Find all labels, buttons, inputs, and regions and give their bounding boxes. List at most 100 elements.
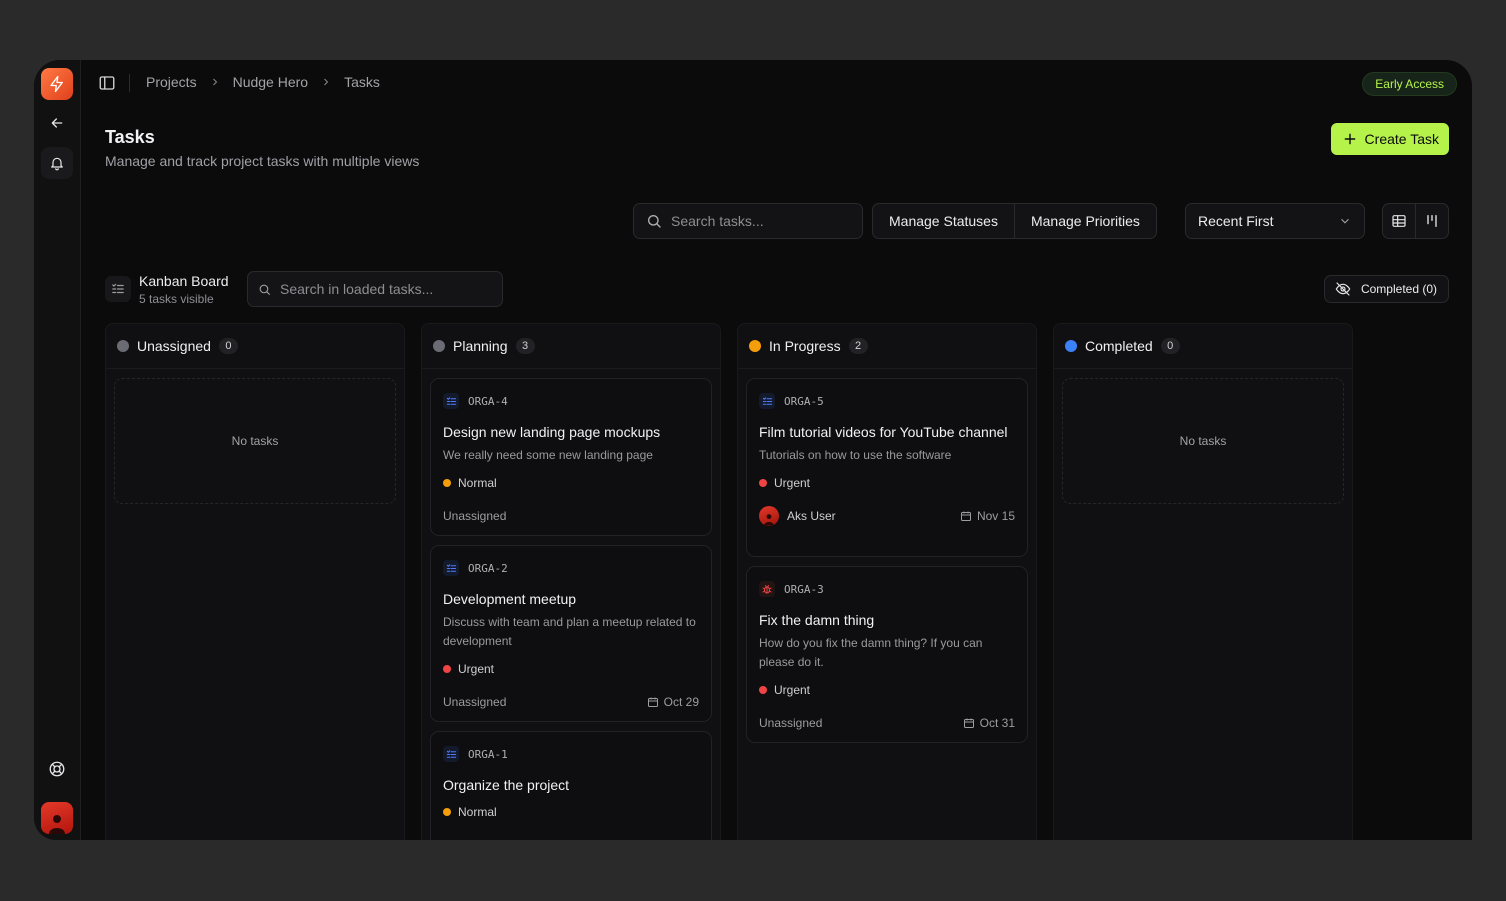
task-description: How do you fix the damn thing? If you ca… xyxy=(759,636,983,669)
icon-rail xyxy=(34,60,81,840)
column-count: 0 xyxy=(1160,338,1180,354)
assignee-avatar xyxy=(759,506,779,526)
sort-value: Recent First xyxy=(1198,213,1274,229)
avatar-figure-icon xyxy=(49,815,65,834)
task-title: Design new landing page mockups xyxy=(443,424,661,440)
kanban-view-button[interactable] xyxy=(1415,204,1448,238)
chevron-right-icon xyxy=(320,76,332,88)
task-card[interactable]: ORGA-4 Design new landing page mockups W… xyxy=(430,378,712,536)
task-id-row: ORGA-1 xyxy=(443,746,699,762)
priority-dot xyxy=(443,665,451,673)
search-loaded-input[interactable]: Search in loaded tasks... xyxy=(247,271,503,307)
column-in-progress: In Progress 2 ORGA-5 Film tutorial video… xyxy=(737,323,1037,840)
task-priority: Urgent xyxy=(443,661,699,677)
task-priority: Urgent xyxy=(759,682,1015,698)
manage-statuses-button[interactable]: Manage Statuses xyxy=(873,204,1014,238)
manage-priorities-button[interactable]: Manage Priorities xyxy=(1013,204,1156,238)
column-title: Planning xyxy=(453,338,508,354)
task-icon xyxy=(759,393,775,409)
task-id: ORGA-2 xyxy=(468,561,508,575)
user-avatar[interactable] xyxy=(41,802,73,834)
sort-select[interactable]: Recent First xyxy=(1185,203,1365,239)
task-id-row: ORGA-3 xyxy=(759,581,1015,597)
column-count: 3 xyxy=(515,338,535,354)
breadcrumb-project[interactable]: Nudge Hero xyxy=(233,74,309,90)
empty-state: No tasks xyxy=(114,378,396,504)
search-tasks-input[interactable]: Search tasks... xyxy=(633,203,863,239)
breadcrumb-projects[interactable]: Projects xyxy=(146,74,197,90)
status-dot xyxy=(117,340,129,352)
task-due-date: Oct 31 xyxy=(963,716,1015,730)
kanban-icon xyxy=(1427,215,1437,227)
notifications-button[interactable] xyxy=(41,147,73,179)
breadcrumb-current: Tasks xyxy=(344,74,380,90)
calendar-icon xyxy=(647,697,658,707)
eye-off-icon xyxy=(1335,282,1351,296)
task-priority: Normal xyxy=(443,475,699,491)
priority-dot xyxy=(759,479,767,487)
priority-label: Urgent xyxy=(774,476,811,490)
task-id-row: ORGA-4 xyxy=(443,393,699,409)
status-dot xyxy=(433,340,445,352)
early-access-badge: Early Access xyxy=(1362,72,1457,96)
task-priority: Normal xyxy=(443,804,699,820)
task-card[interactable]: ORGA-3 Fix the damn thing How do you fix… xyxy=(746,566,1028,743)
task-description: Discuss with team and plan a meetup rela… xyxy=(443,615,696,648)
column-header: Unassigned 0 xyxy=(106,324,404,369)
priority-dot xyxy=(759,686,767,694)
bug-icon xyxy=(759,581,775,597)
task-title: Film tutorial videos for YouTube channel xyxy=(759,424,1008,440)
task-assignee: Aks User xyxy=(759,506,836,526)
page-subtitle: Manage and track project tasks with mult… xyxy=(105,153,420,169)
due-date-label: Nov 15 xyxy=(976,509,1015,523)
task-id-row: ORGA-5 xyxy=(759,393,1015,409)
task-footer: Aks User Nov 15 xyxy=(759,505,1015,527)
lifebuoy-icon xyxy=(49,761,65,777)
priority-label: Normal xyxy=(458,476,497,490)
task-due-date: Nov 15 xyxy=(960,509,1015,523)
page-title: Tasks xyxy=(105,127,155,147)
table-view-button[interactable] xyxy=(1383,204,1415,238)
top-bar: Projects Nudge Hero Tasks Early Access xyxy=(81,60,1472,106)
task-card[interactable]: ORGA-2 Development meetup Discuss with t… xyxy=(430,545,712,722)
main-area: Projects Nudge Hero Tasks Early Access T… xyxy=(81,60,1472,840)
due-date-label: Oct 31 xyxy=(979,716,1015,730)
help-button[interactable] xyxy=(41,753,73,785)
task-card[interactable]: ORGA-1 Organize the project Normal xyxy=(430,731,712,840)
task-assignee: Unassigned xyxy=(759,716,823,730)
board-title: Kanban Board xyxy=(139,273,229,289)
task-footer: Unassigned xyxy=(443,507,699,525)
due-date-label: Oct 29 xyxy=(663,695,699,709)
task-footer: Unassigned Oct 31 xyxy=(759,714,1015,732)
task-id: ORGA-4 xyxy=(468,394,508,408)
sidebar-toggle-icon[interactable] xyxy=(98,74,116,92)
task-icon xyxy=(443,393,459,409)
column-title: In Progress xyxy=(769,338,841,354)
app-logo[interactable] xyxy=(41,68,73,100)
task-priority: Urgent xyxy=(759,475,1015,491)
create-task-button[interactable]: Create Task xyxy=(1330,123,1449,155)
task-id: ORGA-3 xyxy=(784,582,824,596)
task-due-date: Oct 29 xyxy=(647,695,699,709)
search-icon xyxy=(648,215,661,228)
task-title: Fix the damn thing xyxy=(759,612,875,628)
column-completed: Completed 0 No tasks xyxy=(1053,323,1353,840)
priority-label: Urgent xyxy=(774,683,811,697)
status-dot xyxy=(749,340,761,352)
bell-icon xyxy=(51,157,63,171)
plus-icon xyxy=(1344,133,1355,145)
completed-toggle-label: Completed (0) xyxy=(1360,282,1437,296)
back-button[interactable] xyxy=(41,107,73,139)
search-loaded-placeholder: Search in loaded tasks... xyxy=(280,281,434,297)
priority-dot xyxy=(443,479,451,487)
task-icon xyxy=(443,746,459,762)
task-card[interactable]: ORGA-5 Film tutorial videos for YouTube … xyxy=(746,378,1028,557)
task-title: Development meetup xyxy=(443,591,577,607)
arrow-left-icon xyxy=(51,118,63,128)
create-task-label: Create Task xyxy=(1364,131,1439,147)
task-id: ORGA-1 xyxy=(468,747,508,761)
task-id-row: ORGA-2 xyxy=(443,560,699,576)
completed-toggle-button[interactable]: Completed (0) xyxy=(1323,275,1449,303)
view-toggle xyxy=(1382,203,1449,239)
column-title: Completed xyxy=(1085,338,1153,354)
